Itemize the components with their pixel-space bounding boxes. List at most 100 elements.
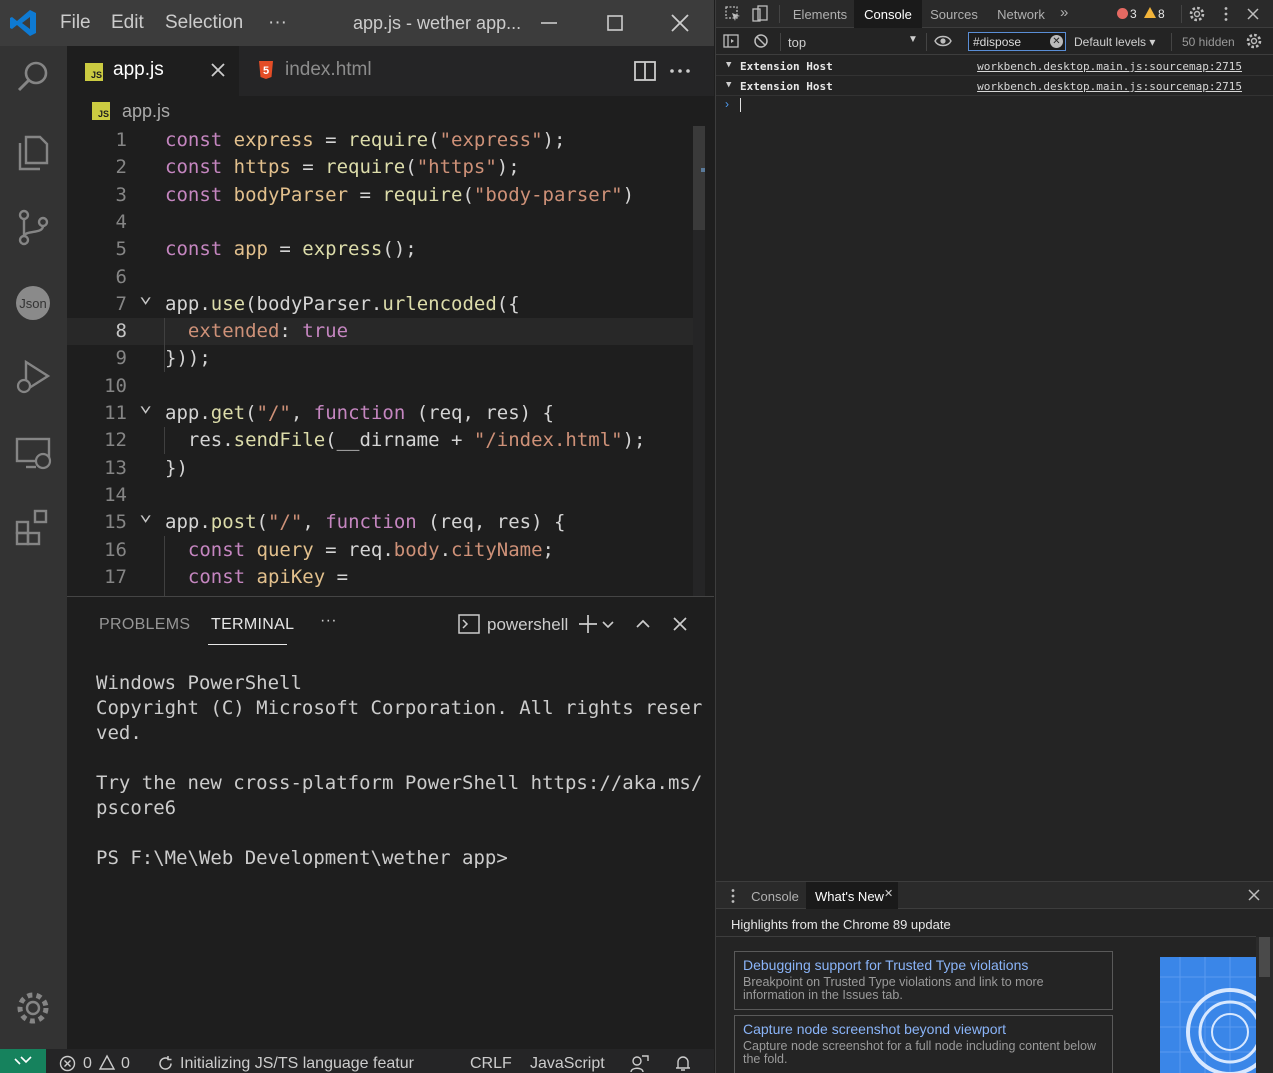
language-status[interactable]: Initializing JS/TS language featur bbox=[180, 1055, 414, 1073]
code-line[interactable]: 14 bbox=[67, 482, 714, 509]
menu-selection[interactable]: Selection bbox=[165, 12, 243, 34]
inspect-element-icon[interactable] bbox=[724, 5, 742, 23]
code-line[interactable]: 10 bbox=[67, 373, 714, 400]
code-text: app.get("/", function (req, res) { bbox=[165, 402, 554, 424]
drawer-scrollbar[interactable] bbox=[1256, 937, 1273, 1073]
editor-scrollbar[interactable] bbox=[705, 126, 714, 596]
card-title[interactable]: Debugging support for Trusted Type viola… bbox=[743, 957, 1104, 973]
split-editor-icon[interactable] bbox=[632, 58, 658, 84]
terminal-shell-selector[interactable]: powershell bbox=[487, 615, 568, 635]
whats-new-card[interactable]: Capture node screenshot beyond viewport … bbox=[734, 1015, 1113, 1073]
code-line[interactable]: 15 ⌄ app.post("/", function (req, res) { bbox=[67, 501, 714, 536]
menu-edit[interactable]: Edit bbox=[111, 12, 144, 34]
more-tabs-button[interactable]: » bbox=[1060, 0, 1078, 28]
drawer-menu-icon[interactable] bbox=[724, 887, 742, 905]
expand-triangle-icon[interactable]: ▼ bbox=[726, 80, 731, 90]
fold-chevron-icon[interactable]: ⌄ bbox=[139, 500, 152, 527]
expand-triangle-icon[interactable]: ▼ bbox=[726, 60, 731, 70]
new-terminal-plus-icon[interactable] bbox=[576, 612, 600, 636]
log-levels-dropdown[interactable]: Default levels ▾ bbox=[1074, 35, 1155, 49]
eol-indicator[interactable]: CRLF bbox=[470, 1055, 512, 1073]
error-count[interactable]: 0 bbox=[83, 1055, 92, 1073]
close-drawer-icon[interactable] bbox=[1246, 887, 1262, 903]
console-settings-gear-icon[interactable] bbox=[1245, 32, 1263, 50]
warning-count[interactable]: 0 bbox=[121, 1055, 130, 1073]
chevron-down-icon: ▼ bbox=[908, 34, 918, 45]
tab-index-html[interactable]: 5 index.html bbox=[239, 46, 385, 96]
line-number: 16 bbox=[104, 539, 127, 561]
remote-indicator[interactable] bbox=[0, 1049, 46, 1073]
source-control-icon[interactable] bbox=[12, 206, 54, 248]
close-panel-icon[interactable] bbox=[668, 612, 692, 636]
tab-console[interactable]: Console bbox=[854, 0, 922, 28]
context-selector[interactable]: top bbox=[788, 35, 806, 50]
eye-live-expression-icon[interactable] bbox=[934, 32, 952, 50]
code-text: })); bbox=[165, 347, 211, 369]
close-window-icon[interactable] bbox=[660, 8, 700, 38]
drawer-tab-console[interactable]: Console bbox=[744, 882, 806, 909]
tab-problems[interactable]: PROBLEMS bbox=[99, 616, 190, 634]
settings-gear-icon[interactable] bbox=[1188, 5, 1206, 23]
close-tab-icon[interactable]: ✕ bbox=[884, 887, 893, 900]
maximize-panel-icon[interactable] bbox=[631, 612, 655, 636]
feedback-icon[interactable] bbox=[629, 1054, 649, 1073]
notifications-bell-icon[interactable] bbox=[673, 1054, 693, 1073]
sidebar-toggle-icon[interactable] bbox=[722, 32, 740, 50]
minimize-icon[interactable] bbox=[529, 8, 569, 38]
source-link[interactable]: workbench.desktop.main.js:sourcemap:2715 bbox=[977, 80, 1242, 93]
console-input-caret[interactable] bbox=[740, 98, 741, 112]
divider bbox=[780, 33, 781, 51]
code-line[interactable]: 4 bbox=[67, 209, 714, 236]
card-title[interactable]: Capture node screenshot beyond viewport bbox=[743, 1021, 1104, 1037]
code-editor[interactable]: 1 const express = require("express"); 2 con… bbox=[67, 126, 714, 596]
close-tab-icon[interactable] bbox=[209, 61, 227, 79]
device-toolbar-icon[interactable] bbox=[751, 5, 769, 23]
tab-elements[interactable]: Elements bbox=[786, 0, 854, 28]
console-group-row[interactable]: ▼ Extension Host workbench.desktop.main.… bbox=[716, 76, 1273, 96]
tab-app-js[interactable]: JS app.js bbox=[67, 46, 239, 96]
clear-console-icon[interactable] bbox=[752, 32, 770, 50]
clear-filter-icon[interactable]: ✕ bbox=[1050, 35, 1063, 48]
search-icon[interactable] bbox=[12, 56, 54, 98]
code-line[interactable]: 3 const bodyParser = require("body-parser… bbox=[67, 182, 714, 209]
source-link[interactable]: workbench.desktop.main.js:sourcemap:2715 bbox=[977, 60, 1242, 73]
code-line[interactable]: 5 const app = express(); bbox=[67, 236, 714, 263]
menu-more[interactable]: ··· bbox=[268, 12, 287, 34]
language-mode[interactable]: JavaScript bbox=[530, 1055, 605, 1073]
code-text: const express = require("express"); bbox=[165, 129, 566, 151]
code-line[interactable]: 13}) bbox=[67, 455, 714, 482]
terminal-output[interactable]: Windows PowerShell Copyright (C) Microso… bbox=[96, 671, 702, 871]
chevron-down-icon[interactable] bbox=[599, 612, 617, 636]
code-line[interactable]: 7 ⌄ app.use(bodyParser.urlencoded({ bbox=[67, 283, 714, 318]
json-extension-icon[interactable]: Json bbox=[12, 282, 54, 324]
breadcrumb: JS app.js bbox=[67, 96, 714, 126]
maximize-icon[interactable] bbox=[595, 8, 635, 38]
explorer-icon[interactable] bbox=[12, 131, 54, 173]
run-debug-icon[interactable] bbox=[12, 356, 54, 398]
remote-explorer-icon[interactable] bbox=[12, 432, 54, 474]
tab-terminal[interactable]: TERMINAL bbox=[211, 616, 294, 634]
settings-gear-icon[interactable] bbox=[12, 987, 54, 1029]
extensions-icon[interactable] bbox=[12, 506, 54, 548]
breadcrumb-file[interactable]: app.js bbox=[122, 101, 170, 122]
code-line[interactable]: 6 bbox=[67, 264, 714, 291]
code-line[interactable]: 2 const https = require("https"); bbox=[67, 154, 714, 181]
menu-file[interactable]: File bbox=[60, 12, 91, 34]
code-line[interactable]: 1 const express = require("express"); bbox=[67, 127, 714, 154]
line-number: 10 bbox=[104, 375, 127, 397]
console-group-row[interactable]: ▼ Extension Host workbench.desktop.main.… bbox=[716, 56, 1273, 76]
tab-network[interactable]: Network bbox=[988, 0, 1054, 28]
card-description: Capture node screenshot for a full node … bbox=[743, 1039, 1097, 1066]
kebab-menu-icon[interactable] bbox=[1217, 5, 1235, 23]
more-actions-icon[interactable] bbox=[667, 58, 693, 84]
panel-more-button[interactable]: ··· bbox=[320, 612, 337, 630]
close-devtools-icon[interactable] bbox=[1244, 5, 1262, 23]
code-line[interactable]: 11 ⌄ app.get("/", function (req, res) { bbox=[67, 392, 714, 427]
tab-sources[interactable]: Sources bbox=[922, 0, 986, 28]
fold-chevron-icon[interactable]: ⌄ bbox=[139, 391, 152, 418]
fold-chevron-icon[interactable]: ⌄ bbox=[139, 282, 152, 309]
whats-new-card[interactable]: Debugging support for Trusted Type viola… bbox=[734, 951, 1113, 1010]
issues-counter[interactable]: 3 8 bbox=[1113, 5, 1171, 24]
scrollbar-thumb[interactable] bbox=[1259, 937, 1270, 977]
drawer-tab-whats-new[interactable]: What's New ✕ bbox=[806, 882, 898, 909]
